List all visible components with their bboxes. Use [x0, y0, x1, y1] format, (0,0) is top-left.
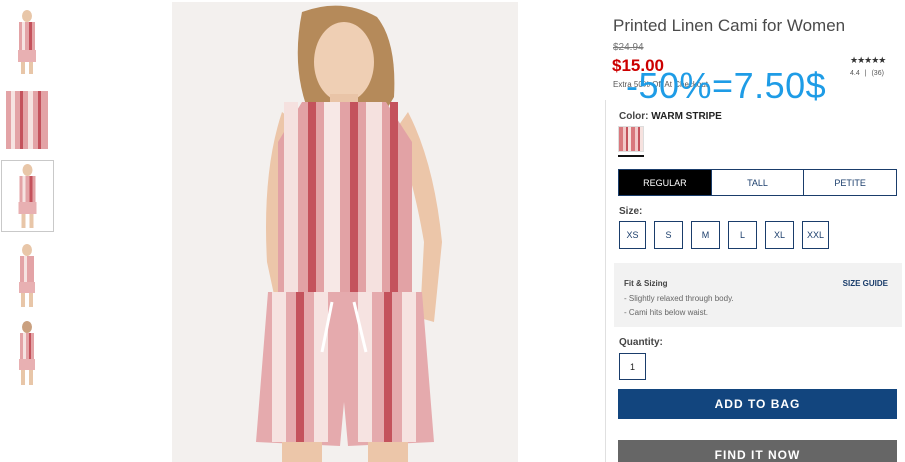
- panel-divider: [605, 100, 606, 462]
- color-label: Color:: [619, 111, 649, 122]
- thumbnail-3-selected[interactable]: [1, 160, 54, 232]
- tab-regular[interactable]: REGULAR: [619, 170, 712, 195]
- thumbnail-3-image: [2, 161, 53, 231]
- fit-sizing-box: Fit & Sizing - Slightly relaxed through …: [614, 263, 902, 327]
- color-label-row: Color: WARM STRIPE: [619, 111, 722, 122]
- swatch-selected-indicator: [618, 155, 644, 157]
- size-button-xxl[interactable]: XXL: [802, 221, 829, 249]
- original-price: $24.94: [613, 42, 644, 53]
- rating-summary[interactable]: 4.4 | (36): [850, 70, 884, 77]
- thumbnail-4-image: [2, 240, 52, 310]
- fit-detail-2: - Cami hits below waist.: [624, 308, 709, 317]
- size-options: XS S M L XL XXL: [619, 221, 829, 249]
- discount-annotation: -50%=7.50$: [626, 65, 827, 106]
- thumbnail-1-image: [2, 6, 52, 76]
- size-button-m[interactable]: M: [691, 221, 720, 249]
- size-button-xs[interactable]: XS: [619, 221, 646, 249]
- size-button-xl[interactable]: XL: [765, 221, 794, 249]
- tab-petite[interactable]: PETITE: [804, 170, 897, 195]
- quantity-input[interactable]: 1: [619, 353, 646, 380]
- size-button-s[interactable]: S: [654, 221, 683, 249]
- fit-tabs: REGULAR TALL PETITE: [618, 169, 897, 196]
- rating-value: 4.4: [850, 70, 860, 77]
- thumbnail-5-image: [2, 318, 52, 388]
- size-guide-link[interactable]: SIZE GUIDE: [843, 279, 888, 288]
- rating-stars-icon[interactable]: ★★★★★: [850, 55, 886, 66]
- add-to-bag-button[interactable]: ADD TO BAG: [618, 389, 897, 419]
- product-title: Printed Linen Cami for Women: [613, 16, 846, 35]
- size-button-l[interactable]: L: [728, 221, 757, 249]
- find-it-now-button[interactable]: FIND IT NOW: [618, 440, 897, 462]
- model-photo: [172, 2, 518, 462]
- review-count: (36): [871, 70, 884, 77]
- tab-tall[interactable]: TALL: [711, 170, 805, 195]
- thumbnail-2[interactable]: [2, 85, 52, 155]
- thumbnail-2-image: [2, 85, 52, 155]
- fit-detail-1: - Slightly relaxed through body.: [624, 294, 734, 303]
- size-label: Size:: [619, 206, 643, 217]
- main-product-image[interactable]: [172, 2, 518, 462]
- thumbnail-1[interactable]: [2, 6, 52, 76]
- quantity-label: Quantity:: [619, 337, 663, 348]
- thumbnail-4[interactable]: [2, 240, 52, 310]
- rating-separator: |: [864, 70, 867, 77]
- thumbnail-5[interactable]: [2, 318, 52, 388]
- color-value: WARM STRIPE: [651, 111, 722, 122]
- fit-sizing-title: Fit & Sizing: [624, 279, 668, 288]
- color-swatch-warm-stripe[interactable]: [618, 126, 644, 152]
